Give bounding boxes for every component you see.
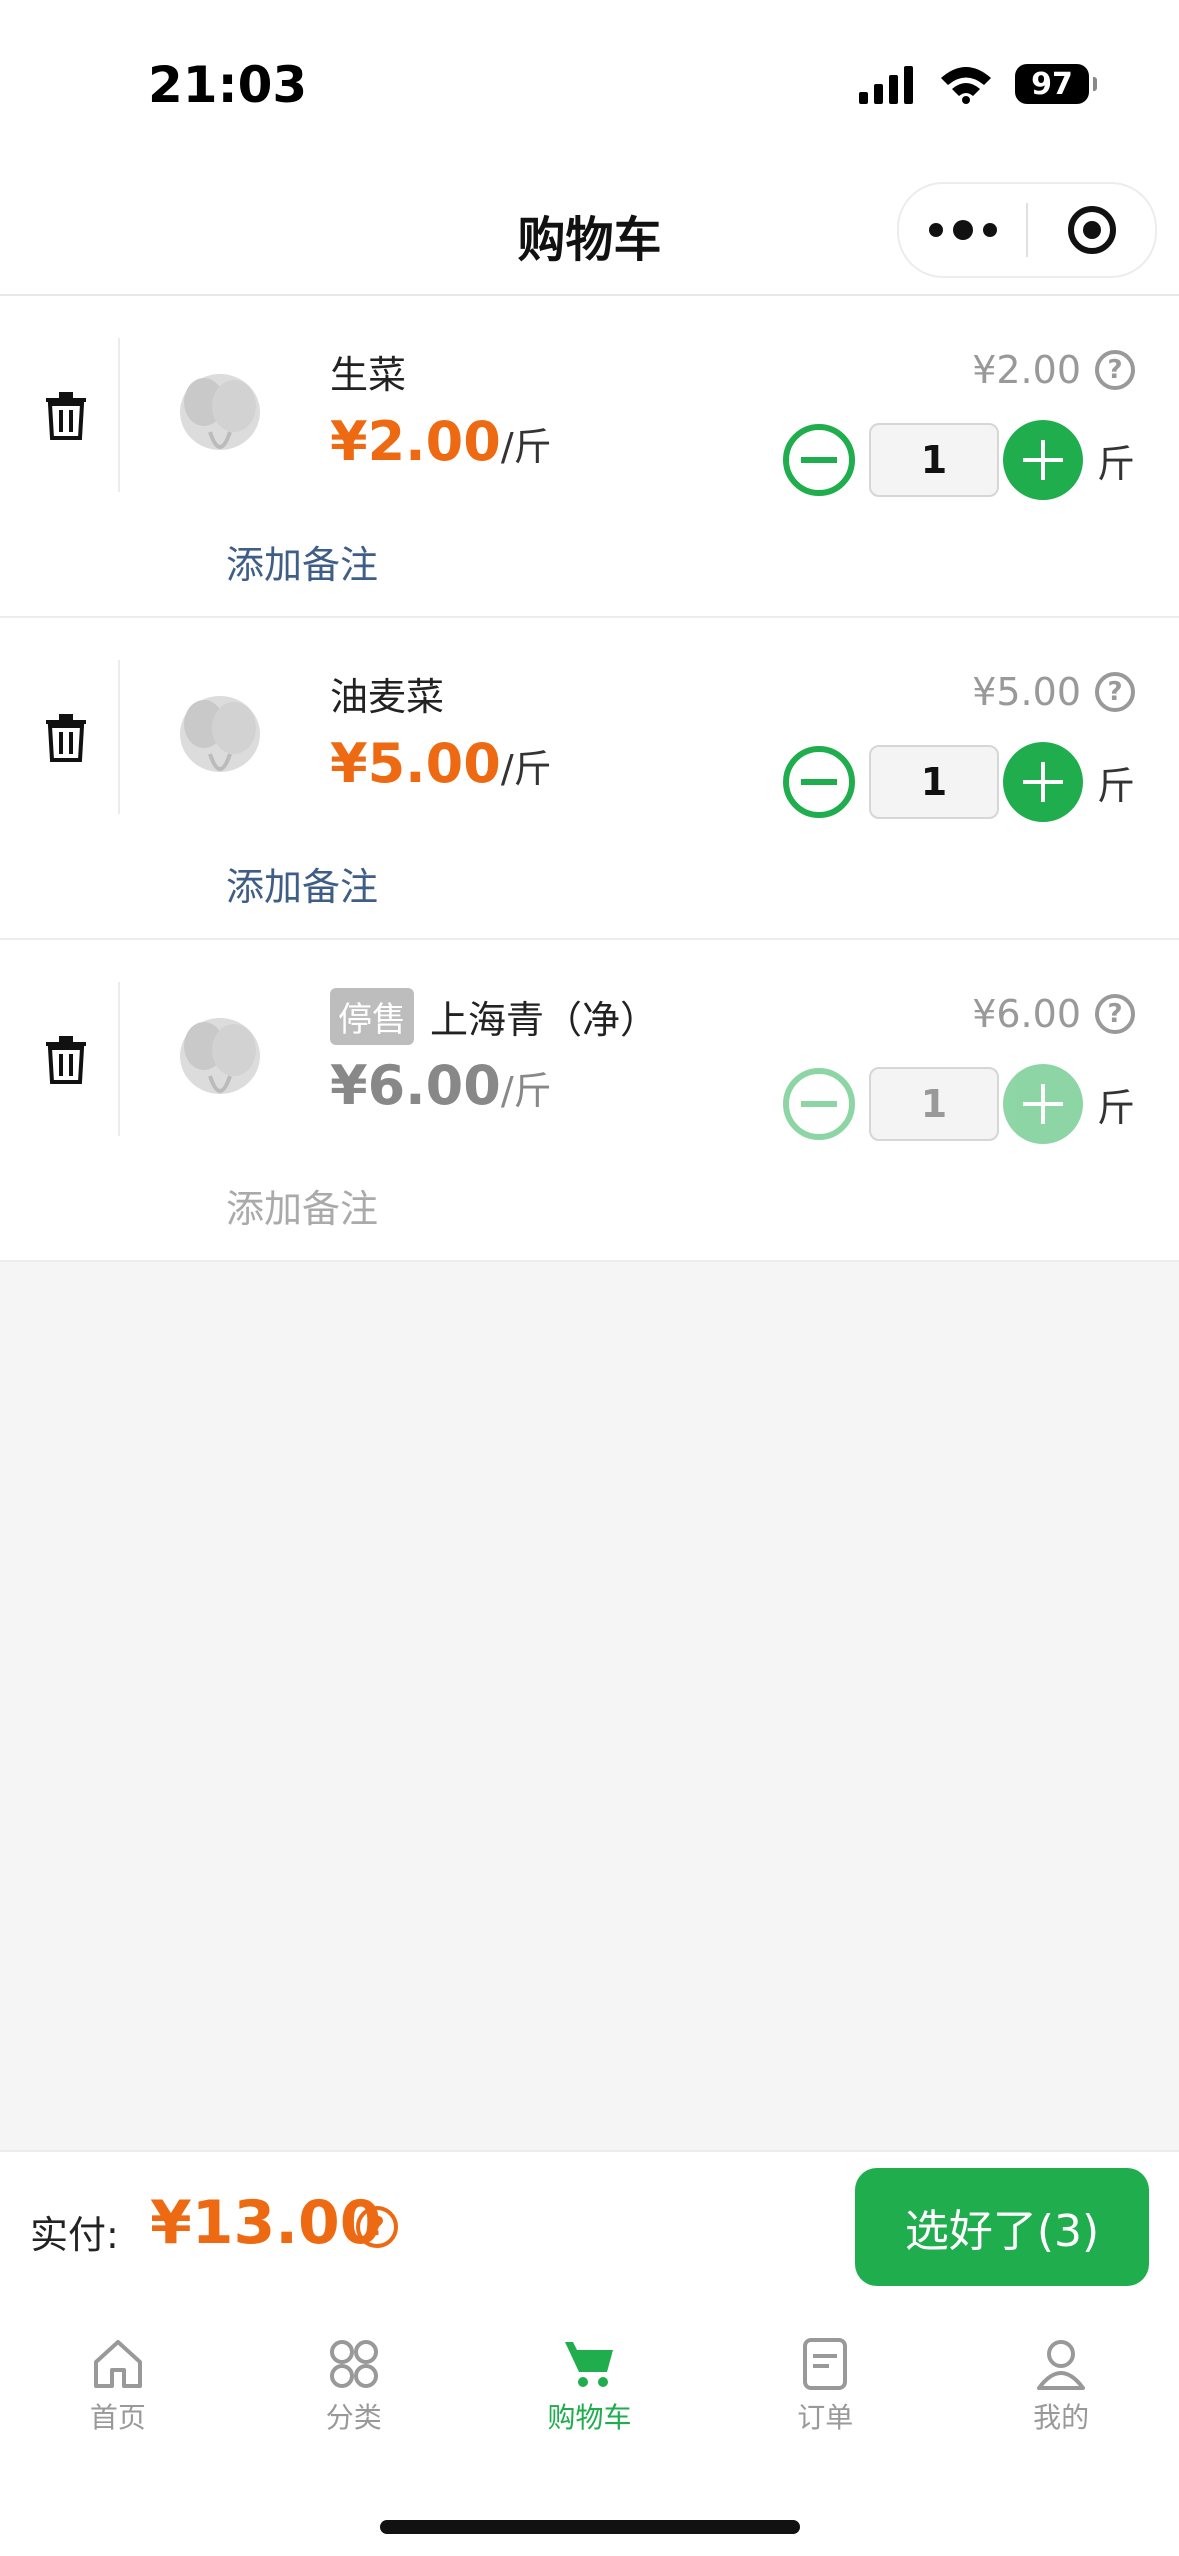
- item-name: 上海青（净）: [430, 998, 659, 1042]
- price-unit: /斤: [500, 425, 552, 469]
- decrease-button[interactable]: [782, 424, 855, 496]
- cart-item-discontinued: 停售 上海青（净） ¥6.00/斤 ¥6.00 ? 1 斤 添加备注: [0, 940, 1179, 1262]
- increase-button: [1002, 1064, 1083, 1144]
- add-note-link[interactable]: 添加备注: [226, 534, 378, 589]
- item-price: ¥6.00/斤: [330, 1054, 552, 1117]
- more-button[interactable]: [899, 184, 1026, 276]
- decrease-button[interactable]: [782, 746, 855, 818]
- quantity-input[interactable]: 1: [868, 745, 999, 819]
- quantity-unit: 斤: [1096, 1085, 1135, 1130]
- tab-label: 订单: [797, 2401, 854, 2434]
- quantity-input: 1: [868, 1067, 999, 1141]
- tab-bar: 首页 分类 购物车 订单 我的: [0, 2296, 1179, 2556]
- help-icon[interactable]: ?: [1095, 350, 1135, 390]
- item-subtotal: ¥6.00 ?: [972, 992, 1135, 1036]
- price-value: ¥6.00: [330, 1054, 501, 1117]
- item-name: 油麦菜: [330, 675, 445, 719]
- category-icon: [329, 2340, 378, 2388]
- add-note-link: 添加备注: [226, 1187, 379, 1231]
- nav-bar: 购物车: [0, 170, 1179, 296]
- price-value: ¥5.00: [330, 732, 501, 795]
- status-icons: 97: [857, 64, 1097, 104]
- tab-cart[interactable]: 购物车: [472, 2296, 708, 2446]
- tab-home[interactable]: 首页: [0, 2296, 236, 2446]
- quantity-unit: 斤: [1096, 441, 1135, 486]
- quantity-stepper: 1 斤: [782, 1064, 1135, 1144]
- tab-order[interactable]: 订单: [707, 2296, 943, 2446]
- status-time: 21:03: [148, 56, 308, 114]
- more-dots-icon: [928, 220, 997, 240]
- battery-indicator: 97: [1015, 64, 1097, 104]
- cart-icon: [565, 2342, 614, 2387]
- item-name-row: 油麦菜: [330, 666, 444, 721]
- item-divider: [118, 660, 120, 814]
- subtotal-value: ¥5.00: [972, 670, 1081, 714]
- item-name-row: 停售 上海青（净）: [330, 988, 658, 1045]
- item-price: ¥2.00/斤: [330, 410, 552, 473]
- close-program-button[interactable]: [1028, 184, 1155, 276]
- item-name: 生菜: [330, 353, 407, 397]
- item-price: ¥5.00/斤: [330, 732, 552, 795]
- increase-button[interactable]: [1002, 742, 1083, 822]
- help-icon[interactable]: ?: [1095, 672, 1135, 712]
- checkout-button[interactable]: 选好了(3): [855, 2168, 1149, 2286]
- item-divider: [118, 338, 120, 492]
- tab-label: 首页: [89, 2401, 146, 2434]
- decrease-button: [782, 1068, 855, 1140]
- checkout-bar: 实付: ¥13.00 ? 选好了(3): [0, 2150, 1179, 2298]
- subtotal-value: ¥2.00: [972, 348, 1081, 392]
- quantity-stepper: 1 斤: [782, 742, 1135, 822]
- item-subtotal: ¥2.00 ?: [972, 348, 1135, 392]
- add-note-link[interactable]: 添加备注: [226, 856, 378, 911]
- home-icon: [93, 2340, 142, 2388]
- trash-icon[interactable]: [44, 1036, 88, 1084]
- help-icon[interactable]: ?: [1095, 994, 1135, 1034]
- cellular-signal-icon: [859, 66, 913, 104]
- price-unit: /斤: [500, 1069, 552, 1113]
- tab-profile[interactable]: 我的: [943, 2296, 1179, 2446]
- mini-program-capsule: [897, 182, 1157, 278]
- tab-label: 购物车: [547, 2401, 632, 2434]
- increase-button[interactable]: [1002, 420, 1083, 500]
- total-amount: ¥13.00: [150, 2188, 382, 2258]
- order-icon: [803, 2338, 848, 2390]
- price-unit: /斤: [500, 747, 552, 791]
- home-indicator[interactable]: [380, 2520, 800, 2534]
- quantity-unit: 斤: [1096, 763, 1135, 808]
- vegetable-thumbnail[interactable]: [170, 684, 270, 794]
- discontinued-badge: 停售: [330, 988, 414, 1045]
- status-bar: 21:03 97: [0, 0, 1179, 170]
- vegetable-thumbnail[interactable]: [170, 362, 270, 472]
- price-value: ¥2.00: [330, 410, 501, 473]
- wifi-icon: [941, 67, 991, 104]
- item-name-row: 生菜: [330, 344, 406, 399]
- total-help-icon[interactable]: ?: [356, 2206, 398, 2248]
- vegetable-thumbnail[interactable]: [170, 1006, 270, 1116]
- cart-item: 生菜 ¥2.00/斤 ¥2.00 ? 1 斤 添加备注: [0, 296, 1179, 618]
- quantity-input[interactable]: 1: [868, 423, 999, 497]
- item-subtotal: ¥5.00 ?: [972, 670, 1135, 714]
- tab-label: 我的: [1033, 2401, 1090, 2434]
- pay-label: 实付:: [30, 2213, 119, 2257]
- trash-icon[interactable]: [44, 714, 88, 762]
- tab-label: 分类: [325, 2401, 382, 2434]
- quantity-stepper: 1 斤: [782, 420, 1135, 500]
- trash-icon[interactable]: [44, 392, 88, 440]
- cart-list: 生菜 ¥2.00/斤 ¥2.00 ? 1 斤 添加备注 油麦菜 ¥5.00/斤 …: [0, 296, 1179, 1262]
- cart-item: 油麦菜 ¥5.00/斤 ¥5.00 ? 1 斤 添加备注: [0, 618, 1179, 940]
- profile-icon: [1037, 2340, 1086, 2390]
- target-icon: [1067, 206, 1116, 254]
- subtotal-value: ¥6.00: [972, 992, 1081, 1036]
- tab-category[interactable]: 分类: [236, 2296, 472, 2446]
- item-divider: [118, 982, 120, 1136]
